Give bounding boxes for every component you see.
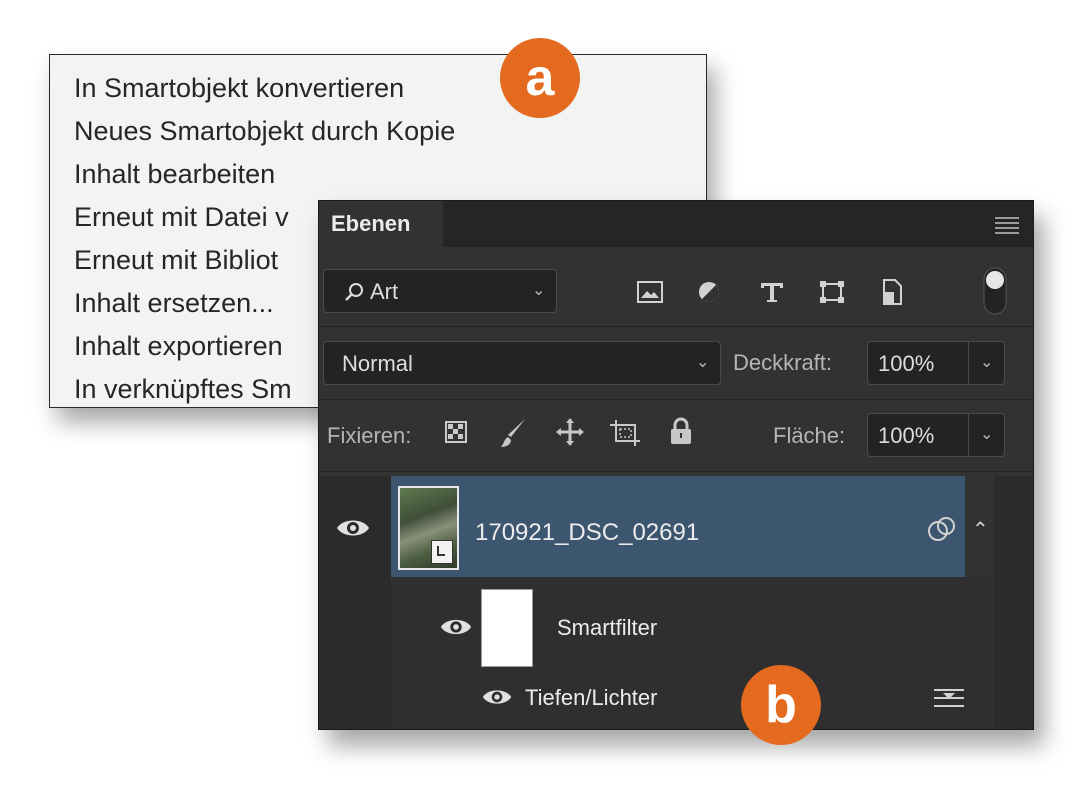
layer-name[interactable]: 170921_DSC_02691	[475, 519, 699, 547]
opacity-field[interactable]: 100% ⌄	[867, 341, 1005, 385]
smart-object-badge-icon	[431, 540, 453, 564]
divider	[319, 399, 1033, 400]
lock-position-icon[interactable]	[555, 417, 585, 447]
divider	[319, 326, 1033, 327]
smart-filter-label: Smartfilter	[557, 615, 658, 640]
panel-tab-bar: Ebenen	[319, 201, 1033, 247]
smartobject-filter-icon[interactable]	[881, 279, 903, 305]
filter-blending-options-icon[interactable]	[933, 685, 965, 711]
blend-mode-value: Normal	[342, 351, 413, 376]
chevron-down-icon: ⌄	[532, 282, 546, 299]
filter-kind-label: Art	[370, 279, 399, 304]
lock-all-icon[interactable]	[669, 417, 693, 445]
smart-filter-mask-thumbnail[interactable]	[481, 589, 533, 667]
eye-icon[interactable]	[481, 687, 513, 707]
collapse-arrow-icon[interactable]: ⌃	[972, 517, 989, 542]
divider	[968, 342, 969, 384]
menu-item-new-smart-object-copy[interactable]: Neues Smartobjekt durch Kopie	[74, 118, 455, 145]
smart-filter-indicator-icon	[928, 517, 955, 541]
lock-paint-icon[interactable]	[499, 417, 527, 449]
visibility-column	[319, 476, 391, 729]
fill-field[interactable]: 100% ⌄	[867, 413, 1005, 457]
lock-transparent-icon[interactable]	[445, 421, 467, 443]
type-filter-icon[interactable]	[759, 281, 785, 303]
image-filter-icon[interactable]	[637, 281, 663, 303]
divider	[968, 414, 969, 456]
menu-item-convert-smart-object[interactable]: In Smartobjekt konvertieren	[74, 75, 404, 102]
lock-label: Fixieren:	[327, 423, 412, 448]
filter-kind-dropdown[interactable]: Art ⌄	[323, 269, 557, 313]
adjustment-filter-icon[interactable]	[697, 280, 721, 304]
menu-item-convert-linked[interactable]: In verknüpftes Sm	[74, 376, 292, 403]
menu-item-replace-contents[interactable]: Inhalt ersetzen...	[74, 290, 274, 317]
filter-name[interactable]: Tiefen/Lichter	[525, 685, 657, 711]
divider	[319, 471, 1033, 472]
panel-menu-icon[interactable]	[995, 217, 1019, 234]
filter-toggle-icon[interactable]	[983, 267, 1007, 315]
chevron-down-icon[interactable]: ⌄	[980, 352, 993, 372]
eye-icon[interactable]	[439, 616, 473, 638]
fill-label: Fläche:	[773, 423, 846, 448]
badge-b: b	[741, 665, 821, 745]
menu-item-export-contents[interactable]: Inhalt exportieren	[74, 333, 283, 360]
opacity-label: Deckkraft:	[733, 350, 833, 375]
layer-thumbnail[interactable]	[398, 486, 459, 570]
blend-mode-dropdown[interactable]: Normal ⌄	[323, 341, 721, 385]
eye-icon[interactable]	[335, 517, 371, 539]
search-icon	[345, 283, 363, 301]
shape-filter-icon[interactable]	[819, 280, 845, 304]
menu-item-relink-file[interactable]: Erneut mit Datei v	[74, 204, 289, 231]
scrollbar[interactable]	[994, 476, 1033, 729]
opacity-value: 100%	[878, 351, 935, 376]
layers-panel: Ebenen Art ⌄ Normal ⌄ Deckkraft: 100% ⌄ …	[318, 200, 1034, 730]
menu-item-relink-library[interactable]: Erneut mit Bibliot	[74, 247, 278, 274]
menu-item-edit-contents[interactable]: Inhalt bearbeiten	[74, 161, 275, 188]
lock-artboard-icon[interactable]	[609, 419, 641, 447]
tab-layers[interactable]: Ebenen	[319, 201, 443, 247]
chevron-down-icon[interactable]: ⌄	[980, 424, 993, 444]
chevron-down-icon: ⌄	[696, 354, 710, 371]
fill-value: 100%	[878, 423, 935, 448]
badge-a: a	[500, 38, 580, 118]
